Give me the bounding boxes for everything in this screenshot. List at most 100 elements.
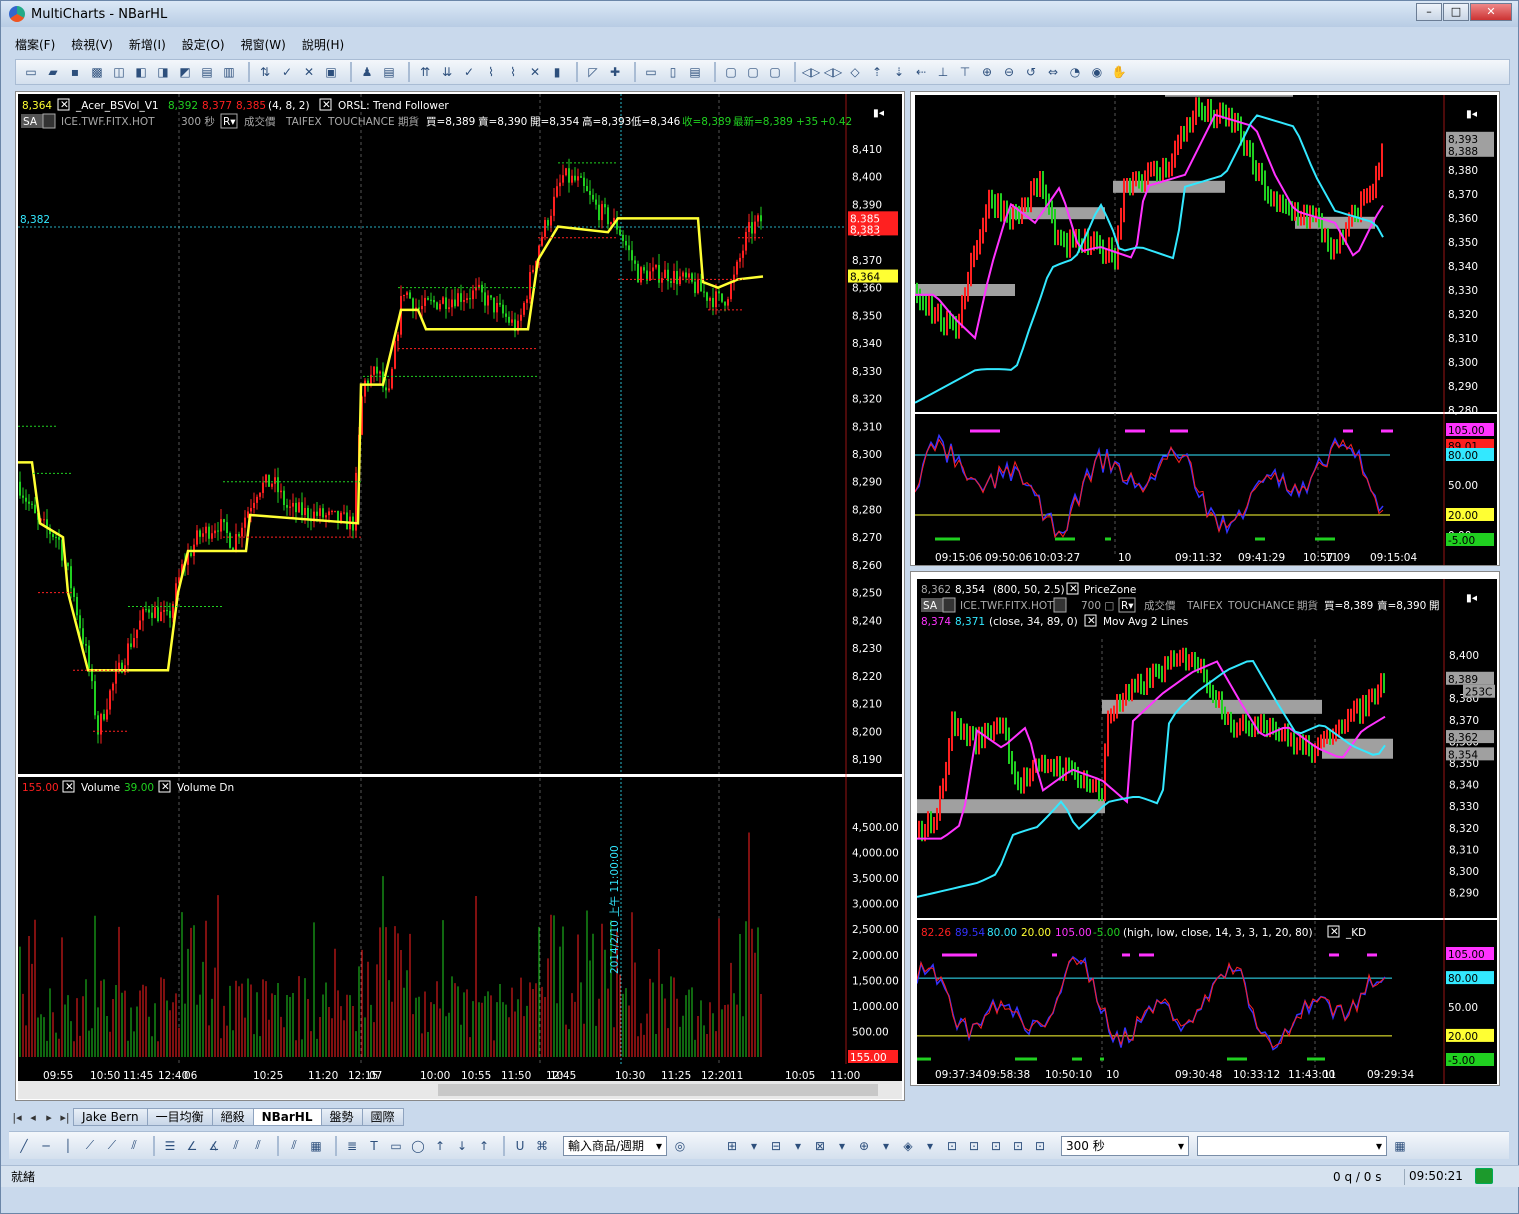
toolbar-tool-icon-34[interactable]: ▢: [722, 63, 740, 81]
toolbar-tool-icon-41[interactable]: ⇡: [868, 63, 886, 81]
drawing-tool-icon-8[interactable]: ∠: [183, 1137, 201, 1155]
menu-window[interactable]: 視窗(W): [241, 36, 286, 53]
toolbar-tool-icon-47[interactable]: ⊖: [1000, 63, 1018, 81]
pin-icon[interactable]: ▮◂: [873, 107, 885, 119]
toolbar-tool-icon-8[interactable]: ▤: [198, 63, 216, 81]
drawing-tool-icon-4[interactable]: ⟋: [103, 1137, 121, 1155]
chart-tool-icon-13[interactable]: ⊡: [1009, 1137, 1027, 1155]
sa-dropdown[interactable]: [42, 113, 56, 129]
quick-input-field[interactable]: [1197, 1135, 1387, 1156]
toolbar-tool-icon-12[interactable]: ✓: [278, 63, 296, 81]
drawing-tool-icon-18[interactable]: ▭: [387, 1137, 405, 1155]
tab-nbarhl[interactable]: NBarHL: [252, 1108, 322, 1126]
toolbar-tool-icon-24[interactable]: ✕: [526, 63, 544, 81]
drawing-tool-icon-21[interactable]: ↓: [453, 1137, 471, 1155]
toolbar-tool-icon-42[interactable]: ⇣: [890, 63, 908, 81]
toolbar-tool-icon-49[interactable]: ⇔: [1044, 63, 1062, 81]
rb-sa-dropdown[interactable]: [942, 597, 956, 613]
connection-status-icon[interactable]: [1475, 1168, 1493, 1184]
tab-pan-shi[interactable]: 盤勢: [320, 1108, 363, 1126]
toolbar-tool-icon-28[interactable]: ✚: [606, 63, 624, 81]
toolbar-tool-icon-11[interactable]: ⇅: [256, 63, 274, 81]
toolbar-tool-icon-39[interactable]: ◁▷: [824, 63, 842, 81]
menu-insert[interactable]: 新增(I): [129, 36, 166, 53]
globe-icon[interactable]: ◎: [671, 1137, 689, 1155]
toolbar-tool-icon-9[interactable]: ▥: [220, 63, 238, 81]
toolbar-tool-icon-5[interactable]: ◧: [132, 63, 150, 81]
toolbar-tool-icon-51[interactable]: ◉: [1088, 63, 1106, 81]
chart-tool-icon-1[interactable]: ▾: [745, 1137, 763, 1155]
chart-tool-icon-9[interactable]: ▾: [921, 1137, 939, 1155]
toolbar-tool-icon-4[interactable]: ◫: [110, 63, 128, 81]
right-top-chart-canvas[interactable]: 8,380 8,370 8,360 8,350 8,340 8,330 8,320 8,310…: [915, 95, 1497, 565]
toolbar-tool-icon-22[interactable]: ⌇: [482, 63, 500, 81]
chart-tool-icon-6[interactable]: ⊕: [855, 1137, 873, 1155]
right-bottom-pin-icon[interactable]: ▮◂: [1466, 592, 1478, 604]
symbol-interval-combo[interactable]: 輸入商品/週期: [563, 1135, 667, 1156]
toolbar-tool-icon-0[interactable]: ▭: [22, 63, 40, 81]
toolbar-tool-icon-40[interactable]: ◇: [846, 63, 864, 81]
drawing-tool-icon-3[interactable]: ⟋: [81, 1137, 99, 1155]
toolbar-tool-icon-43[interactable]: ⇠: [912, 63, 930, 81]
right-top-pin-icon[interactable]: ▮◂: [1466, 108, 1478, 120]
tab-ichimoku[interactable]: 一目均衡: [146, 1108, 213, 1126]
toolbar-tool-icon-45[interactable]: ⊤: [956, 63, 974, 81]
toolbar-tool-icon-20[interactable]: ⇊: [438, 63, 456, 81]
drawing-tool-icon-17[interactable]: T: [365, 1137, 383, 1155]
chart-tool-icon-12[interactable]: ⊡: [987, 1137, 1005, 1155]
last-tab-arrow[interactable]: ▸|: [57, 1111, 73, 1124]
toolbar-tool-icon-48[interactable]: ↺: [1022, 63, 1040, 81]
toolbar-tool-icon-31[interactable]: ▯: [664, 63, 682, 81]
menu-help[interactable]: 說明(H): [302, 36, 344, 53]
drawing-tool-icon-20[interactable]: ↑: [431, 1137, 449, 1155]
drawing-tool-icon-5[interactable]: ⫽: [125, 1137, 143, 1155]
drawing-tool-icon-16[interactable]: ≣: [343, 1137, 361, 1155]
drawing-tool-icon-19[interactable]: ◯: [409, 1137, 427, 1155]
menu-view[interactable]: 檢視(V): [71, 36, 113, 53]
first-tab-arrow[interactable]: |◂: [9, 1111, 25, 1124]
chart-tool-icon-0[interactable]: ⊞: [723, 1137, 741, 1155]
toolbar-tool-icon-52[interactable]: ✋: [1110, 63, 1128, 81]
drawing-tool-icon-7[interactable]: ☰: [161, 1137, 179, 1155]
toolbar-tool-icon-7[interactable]: ◩: [176, 63, 194, 81]
toolbar-tool-icon-44[interactable]: ⊥: [934, 63, 952, 81]
drawing-tool-icon-10[interactable]: ⫽: [227, 1137, 245, 1155]
drawing-tool-icon-2[interactable]: │: [59, 1137, 77, 1155]
drawing-tool-icon-22[interactable]: ↑: [475, 1137, 493, 1155]
toolbar-tool-icon-27[interactable]: ◸: [584, 63, 602, 81]
toolbar-tool-icon-17[interactable]: ▤: [380, 63, 398, 81]
minimize-button[interactable]: –: [1416, 3, 1442, 21]
toolbar-tool-icon-1[interactable]: ▰: [44, 63, 62, 81]
chart-tool-icon-7[interactable]: ▾: [877, 1137, 895, 1155]
rb-symbol-dropdown[interactable]: [1053, 597, 1067, 613]
toolbar-tool-icon-6[interactable]: ◨: [154, 63, 172, 81]
drawing-tool-icon-14[interactable]: ▦: [307, 1137, 325, 1155]
toolbar-tool-icon-23[interactable]: ⌇: [504, 63, 522, 81]
drawing-tool-icon-9[interactable]: ∡: [205, 1137, 223, 1155]
tab-international[interactable]: 國際: [361, 1108, 404, 1126]
drawing-tool-icon-25[interactable]: ⌘: [533, 1137, 551, 1155]
toolbar-tool-icon-30[interactable]: ▭: [642, 63, 660, 81]
toolbar-tool-icon-35[interactable]: ▢: [744, 63, 762, 81]
tab-jake-bern[interactable]: Jake Bern: [73, 1108, 148, 1126]
maximize-button[interactable]: □: [1443, 3, 1469, 21]
toolbar-tool-icon-14[interactable]: ▣: [322, 63, 340, 81]
toolbar-tool-icon-50[interactable]: ◔: [1066, 63, 1084, 81]
interval-combo[interactable]: 300 秒: [1061, 1135, 1189, 1156]
toolbar-tool-icon-46[interactable]: ⊕: [978, 63, 996, 81]
toolbar-tool-icon-3[interactable]: ▩: [88, 63, 106, 81]
toolbar-tool-icon-36[interactable]: ▢: [766, 63, 784, 81]
prev-tab-arrow[interactable]: ◂: [25, 1111, 41, 1124]
toolbar-tool-icon-38[interactable]: ◁▷: [802, 63, 820, 81]
calculator-icon[interactable]: ▦: [1391, 1137, 1409, 1155]
drawing-tool-icon-11[interactable]: ⫽: [249, 1137, 267, 1155]
toolbar-tool-icon-32[interactable]: ▤: [686, 63, 704, 81]
toolbar-tool-icon-13[interactable]: ✕: [300, 63, 318, 81]
chart-tool-icon-4[interactable]: ⊠: [811, 1137, 829, 1155]
left-chart-canvas[interactable]: 8,4108,4008,3908,3808,3708,3608,3508,340…: [18, 94, 902, 1099]
next-tab-arrow[interactable]: ▸: [41, 1111, 57, 1124]
menu-settings[interactable]: 設定(O): [182, 36, 225, 53]
toolbar-tool-icon-19[interactable]: ⇈: [416, 63, 434, 81]
right-bottom-chart-canvas[interactable]: 8,4008,3908,3808,3708,3608,3508,3408,330…: [917, 579, 1497, 1084]
chart-tool-icon-10[interactable]: ⊡: [943, 1137, 961, 1155]
